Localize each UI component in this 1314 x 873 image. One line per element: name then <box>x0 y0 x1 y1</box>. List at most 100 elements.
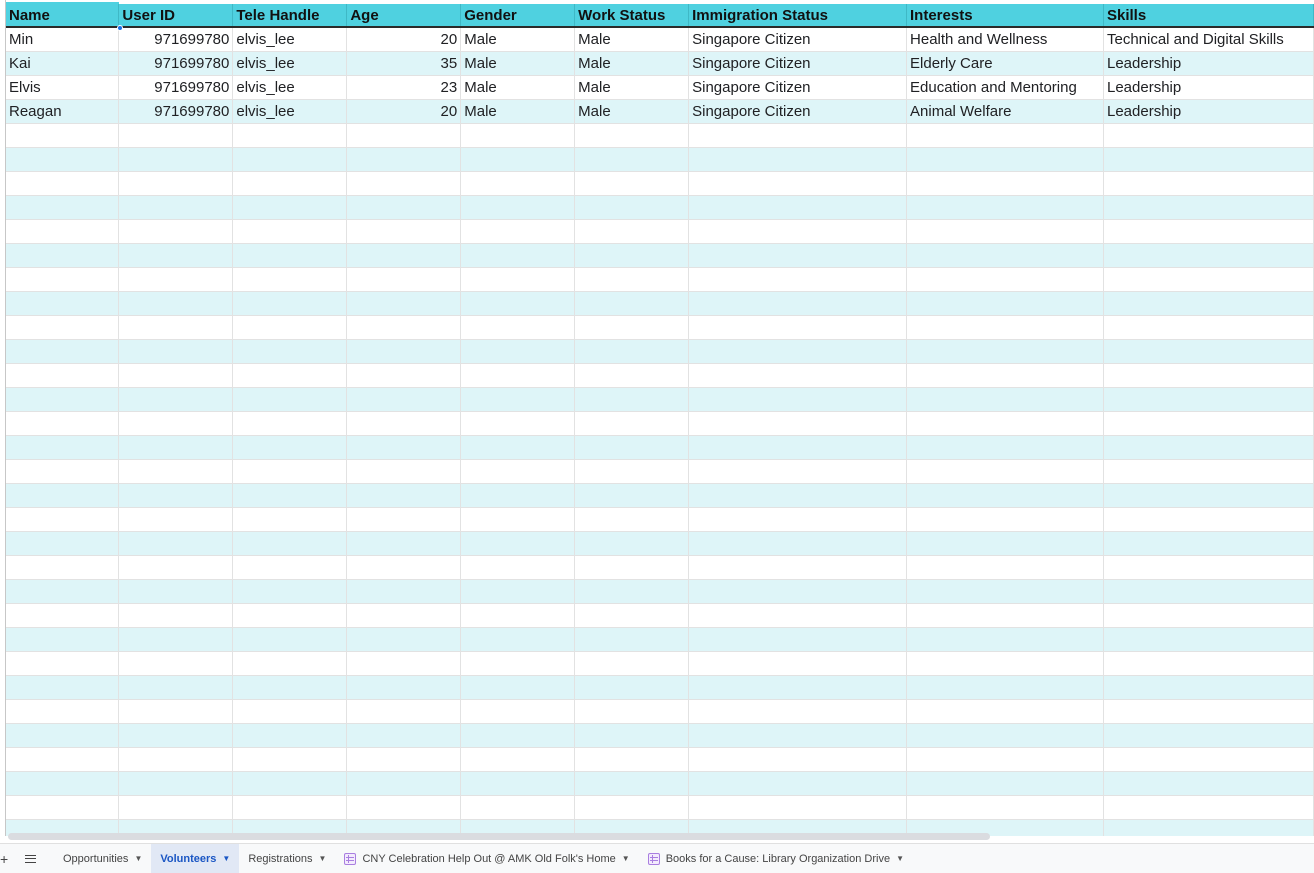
cell-skills[interactable] <box>1103 651 1314 676</box>
cell-immigration-status[interactable]: Singapore Citizen <box>688 75 908 100</box>
column-header-immigration-status[interactable]: Immigration Status <box>688 4 908 28</box>
cell-gender[interactable] <box>460 507 576 532</box>
cell-gender[interactable] <box>460 675 576 700</box>
cell-work-status[interactable] <box>574 675 690 700</box>
cell-age[interactable] <box>346 531 462 556</box>
cell-work-status[interactable] <box>574 747 690 772</box>
column-header-tele-handle[interactable]: Tele Handle <box>232 4 348 28</box>
cell-name[interactable]: Elvis <box>6 75 120 100</box>
cell-tele-handle[interactable] <box>232 675 348 700</box>
cell-gender[interactable] <box>460 411 576 436</box>
cell-skills[interactable] <box>1103 435 1314 460</box>
cell-skills[interactable] <box>1103 555 1314 580</box>
cell-interests[interactable] <box>906 267 1104 292</box>
cell-work-status[interactable]: Male <box>574 99 690 124</box>
cell-user-id[interactable] <box>118 531 234 556</box>
cell-tele-handle[interactable] <box>232 411 348 436</box>
cell-age[interactable] <box>346 339 462 364</box>
cell-interests[interactable] <box>906 795 1104 820</box>
cell-name[interactable] <box>6 531 120 556</box>
cell-immigration-status[interactable]: Singapore Citizen <box>688 99 908 124</box>
cell-name[interactable] <box>6 651 120 676</box>
cell-name[interactable] <box>6 723 120 748</box>
cell-work-status[interactable]: Male <box>574 75 690 100</box>
cell-immigration-status[interactable] <box>688 123 908 148</box>
cell-user-id[interactable] <box>118 771 234 796</box>
cell-tele-handle[interactable] <box>232 603 348 628</box>
cell-interests[interactable] <box>906 363 1104 388</box>
all-sheets-button[interactable] <box>14 854 46 863</box>
cell-tele-handle[interactable] <box>232 123 348 148</box>
cell-user-id[interactable] <box>118 747 234 772</box>
cell-tele-handle[interactable] <box>232 459 348 484</box>
cell-work-status[interactable] <box>574 243 690 268</box>
cell-work-status[interactable]: Male <box>574 27 690 52</box>
sheet-tab[interactable]: Volunteers ▼ <box>151 843 240 873</box>
cell-immigration-status[interactable] <box>688 627 908 652</box>
cell-age[interactable] <box>346 507 462 532</box>
cell-gender[interactable] <box>460 555 576 580</box>
cell-user-id[interactable] <box>118 267 234 292</box>
cell-tele-handle[interactable] <box>232 243 348 268</box>
tab-dropdown-caret-icon[interactable]: ▼ <box>134 854 142 863</box>
cell-interests[interactable] <box>906 747 1104 772</box>
cell-work-status[interactable] <box>574 315 690 340</box>
cell-name[interactable] <box>6 339 120 364</box>
cell-age[interactable] <box>346 123 462 148</box>
cell-skills[interactable] <box>1103 123 1314 148</box>
cell-skills[interactable] <box>1103 291 1314 316</box>
cell-age[interactable] <box>346 579 462 604</box>
spreadsheet-grid[interactable]: Name User ID Tele Handle Age Gender Work… <box>0 0 1314 836</box>
cell-user-id[interactable]: 971699780 <box>118 27 234 52</box>
cell-gender[interactable] <box>460 747 576 772</box>
cell-interests[interactable] <box>906 411 1104 436</box>
cell-tele-handle[interactable] <box>232 387 348 412</box>
cell-skills[interactable] <box>1103 747 1314 772</box>
cell-age[interactable] <box>346 675 462 700</box>
cell-tele-handle[interactable] <box>232 291 348 316</box>
cell-gender[interactable] <box>460 195 576 220</box>
cell-gender[interactable] <box>460 363 576 388</box>
cell-skills[interactable] <box>1103 579 1314 604</box>
cell-gender[interactable]: Male <box>460 51 576 76</box>
column-header-user-id[interactable]: User ID <box>118 4 234 28</box>
cell-age[interactable] <box>346 459 462 484</box>
cell-tele-handle[interactable] <box>232 507 348 532</box>
cell-work-status[interactable] <box>574 795 690 820</box>
cell-interests[interactable] <box>906 531 1104 556</box>
cell-interests[interactable] <box>906 219 1104 244</box>
cell-age[interactable] <box>346 771 462 796</box>
cell-gender[interactable]: Male <box>460 27 576 52</box>
cell-name[interactable]: Min <box>6 27 120 52</box>
tab-dropdown-caret-icon[interactable]: ▼ <box>222 854 230 863</box>
cell-work-status[interactable] <box>574 771 690 796</box>
cell-work-status[interactable] <box>574 603 690 628</box>
tab-dropdown-caret-icon[interactable]: ▼ <box>622 854 630 863</box>
cell-work-status[interactable] <box>574 627 690 652</box>
cell-skills[interactable]: Leadership <box>1103 75 1314 100</box>
cell-name[interactable] <box>6 603 120 628</box>
cell-work-status[interactable] <box>574 363 690 388</box>
cell-tele-handle[interactable] <box>232 435 348 460</box>
cell-tele-handle[interactable] <box>232 771 348 796</box>
cell-tele-handle[interactable] <box>232 723 348 748</box>
cell-interests[interactable] <box>906 603 1104 628</box>
cell-age[interactable] <box>346 363 462 388</box>
cell-gender[interactable] <box>460 267 576 292</box>
cell-tele-handle[interactable] <box>232 579 348 604</box>
cell-immigration-status[interactable] <box>688 195 908 220</box>
cell-work-status[interactable] <box>574 507 690 532</box>
cell-age[interactable] <box>346 411 462 436</box>
cell-immigration-status[interactable] <box>688 411 908 436</box>
cell-work-status[interactable] <box>574 339 690 364</box>
cell-skills[interactable] <box>1103 387 1314 412</box>
cell-age[interactable] <box>346 219 462 244</box>
cell-gender[interactable] <box>460 147 576 172</box>
cell-immigration-status[interactable] <box>688 435 908 460</box>
cell-user-id[interactable] <box>118 315 234 340</box>
cell-work-status[interactable] <box>574 195 690 220</box>
cell-age[interactable] <box>346 315 462 340</box>
cell-work-status[interactable] <box>574 147 690 172</box>
cell-tele-handle[interactable] <box>232 627 348 652</box>
cell-work-status[interactable]: Male <box>574 51 690 76</box>
